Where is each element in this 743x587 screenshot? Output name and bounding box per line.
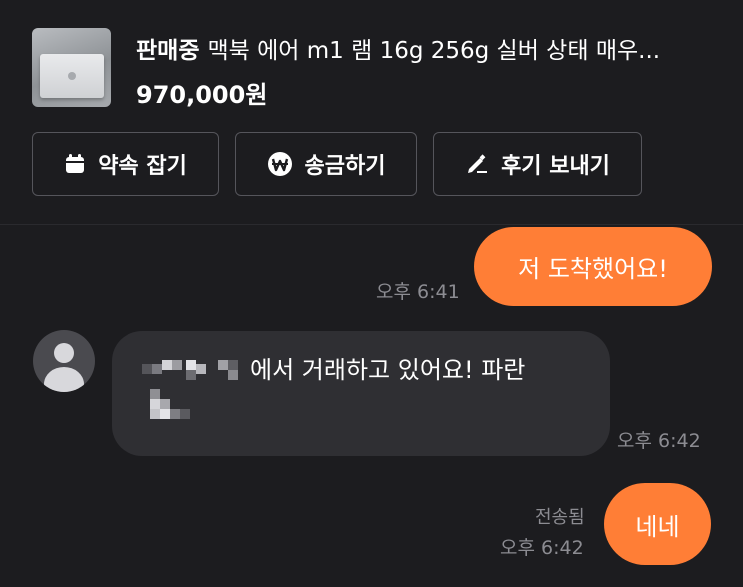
send-review-button-label: 후기 보내기 bbox=[501, 154, 610, 179]
schedule-button[interactable]: 약속 잡기 bbox=[32, 132, 219, 196]
product-price: 970,000원 bbox=[136, 81, 268, 109]
product-thumbnail[interactable] bbox=[32, 28, 111, 107]
won-coin-icon bbox=[267, 151, 293, 177]
outgoing-message-bubble[interactable]: 네네 bbox=[604, 483, 711, 565]
message-text: 에서 거래하고 있어요! 파란 bbox=[250, 356, 526, 384]
laptop-image bbox=[40, 54, 104, 98]
send-money-button[interactable]: 송금하기 bbox=[235, 132, 417, 196]
message-timestamp: 오후 6:41 bbox=[376, 281, 460, 303]
product-header[interactable]: 판매중 맥북 에어 m1 램 16g 256g 실버 상태 매우... 970,0… bbox=[32, 28, 722, 110]
product-title: 맥북 에어 m1 램 16g 256g 실버 상태 매우... bbox=[207, 38, 661, 64]
calendar-icon bbox=[64, 153, 86, 175]
send-review-button[interactable]: 후기 보내기 bbox=[433, 132, 642, 196]
header-divider bbox=[0, 224, 743, 225]
send-money-button-label: 송금하기 bbox=[304, 154, 386, 179]
redacted-text-mosaic bbox=[142, 387, 192, 421]
outgoing-message-bubble[interactable]: 저 도착했어요! bbox=[474, 227, 712, 306]
schedule-button-label: 약속 잡기 bbox=[98, 154, 187, 179]
sent-status-label: 전송됨 bbox=[535, 507, 585, 528]
message-text: 저 도착했어요! bbox=[518, 255, 668, 283]
user-avatar[interactable] bbox=[33, 330, 95, 392]
chat-screen: 판매중 맥북 에어 m1 램 16g 256g 실버 상태 매우... 970,0… bbox=[0, 0, 743, 587]
incoming-message-bubble[interactable]: 에서 거래하고 있어요! 파란 bbox=[112, 331, 610, 456]
message-text: 네네 bbox=[635, 512, 680, 541]
redacted-location-mosaic bbox=[142, 356, 250, 380]
avatar-head bbox=[54, 343, 74, 363]
avatar-body bbox=[44, 367, 84, 392]
product-title-line: 판매중 맥북 에어 m1 램 16g 256g 실버 상태 매우... bbox=[136, 31, 726, 65]
message-timestamp: 오후 6:42 bbox=[617, 430, 701, 452]
sale-status-label: 판매중 bbox=[136, 38, 200, 64]
message-timestamp: 오후 6:42 bbox=[500, 537, 584, 559]
pencil-icon bbox=[465, 152, 489, 176]
